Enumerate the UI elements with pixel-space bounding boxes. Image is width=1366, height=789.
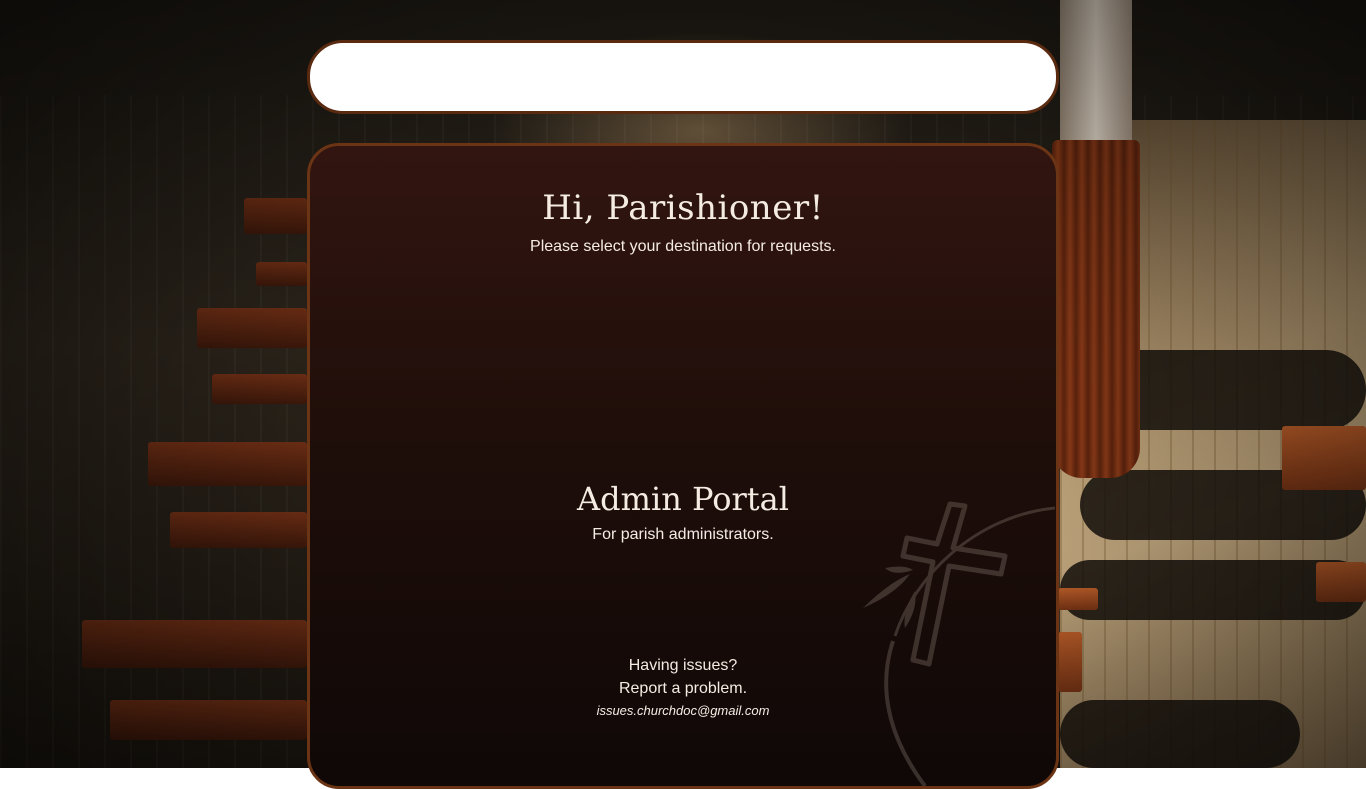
cross-icon [863, 501, 1055, 786]
admin-portal-title: Admin Portal [577, 480, 789, 518]
report-problem-link[interactable]: Report a problem. [310, 677, 1056, 700]
destination-card: Hi, Parishioner! Please select your dest… [307, 143, 1059, 789]
support-line-issues: Having issues? [628, 657, 738, 674]
admin-portal-description: For parish administrators. [592, 526, 774, 543]
top-bar [307, 40, 1059, 114]
admin-portal-link[interactable]: Admin Portal For parish administrators. [533, 476, 833, 556]
support-email[interactable]: issues.churchdoc@gmail.com [310, 703, 1056, 718]
greeting-subtitle: Please select your destination for reque… [530, 238, 836, 255]
greeting-heading: Hi, Parishioner! [542, 188, 824, 228]
support-text: Having issues? Report a problem. [310, 654, 1056, 700]
